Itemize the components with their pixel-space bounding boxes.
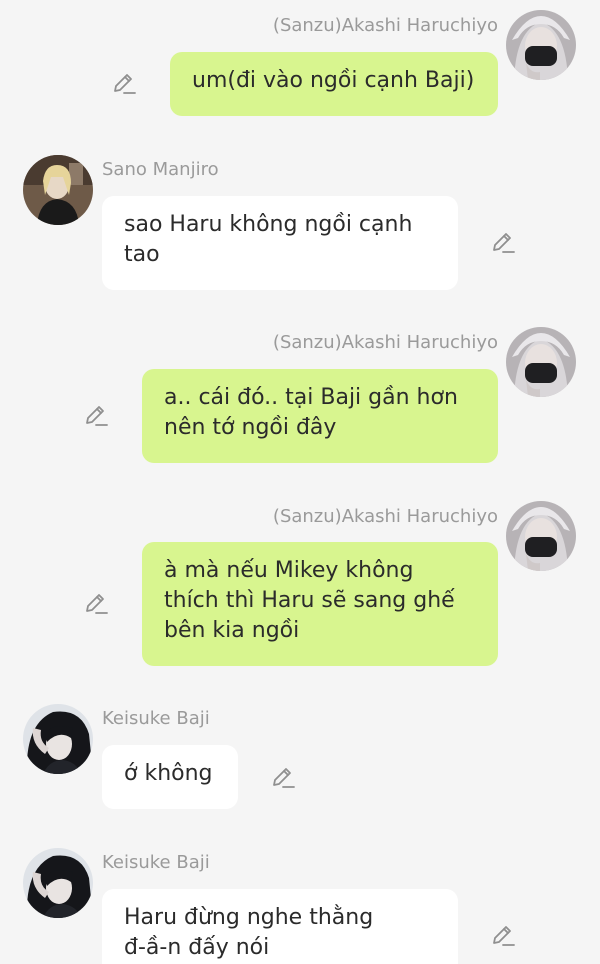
message-bubble[interactable]: a.. cái đó.. tại Baji gần hơn nên tớ ngồ… bbox=[142, 369, 498, 463]
pencil-icon[interactable] bbox=[83, 591, 109, 617]
masked-person-avatar[interactable] bbox=[506, 10, 576, 80]
message-bubble[interactable]: sao Haru không ngồi cạnh tao bbox=[102, 196, 458, 290]
message-bubble[interactable]: um(đi vào ngồi cạnh Baji) bbox=[170, 52, 498, 116]
pencil-icon[interactable] bbox=[490, 923, 516, 949]
sender-name: (Sanzu)Akashi Haruchiyo bbox=[272, 15, 498, 36]
message-bubble[interactable]: à mà nếu Mikey không thích thì Haru sẽ s… bbox=[142, 542, 498, 666]
sender-name: (Sanzu)Akashi Haruchiyo bbox=[272, 506, 498, 527]
sender-name: Sano Manjiro bbox=[102, 159, 219, 180]
blond-person-avatar[interactable] bbox=[23, 155, 93, 225]
pencil-icon[interactable] bbox=[111, 71, 137, 97]
sender-name: Keisuke Baji bbox=[102, 852, 210, 873]
masked-person-avatar[interactable] bbox=[506, 501, 576, 571]
sender-name: Keisuke Baji bbox=[102, 708, 210, 729]
pencil-icon[interactable] bbox=[83, 403, 109, 429]
pencil-icon[interactable] bbox=[490, 230, 516, 256]
masked-person-avatar[interactable] bbox=[506, 327, 576, 397]
sender-name: (Sanzu)Akashi Haruchiyo bbox=[272, 332, 498, 353]
message-bubble[interactable]: ớ không bbox=[102, 745, 238, 809]
dark-hair-person-avatar[interactable] bbox=[23, 704, 93, 774]
dark-hair-person-avatar[interactable] bbox=[23, 848, 93, 918]
message-bubble[interactable]: Haru đừng nghe thằng đ-ầ-n đấy nói bbox=[102, 889, 458, 964]
pencil-icon[interactable] bbox=[270, 765, 296, 791]
